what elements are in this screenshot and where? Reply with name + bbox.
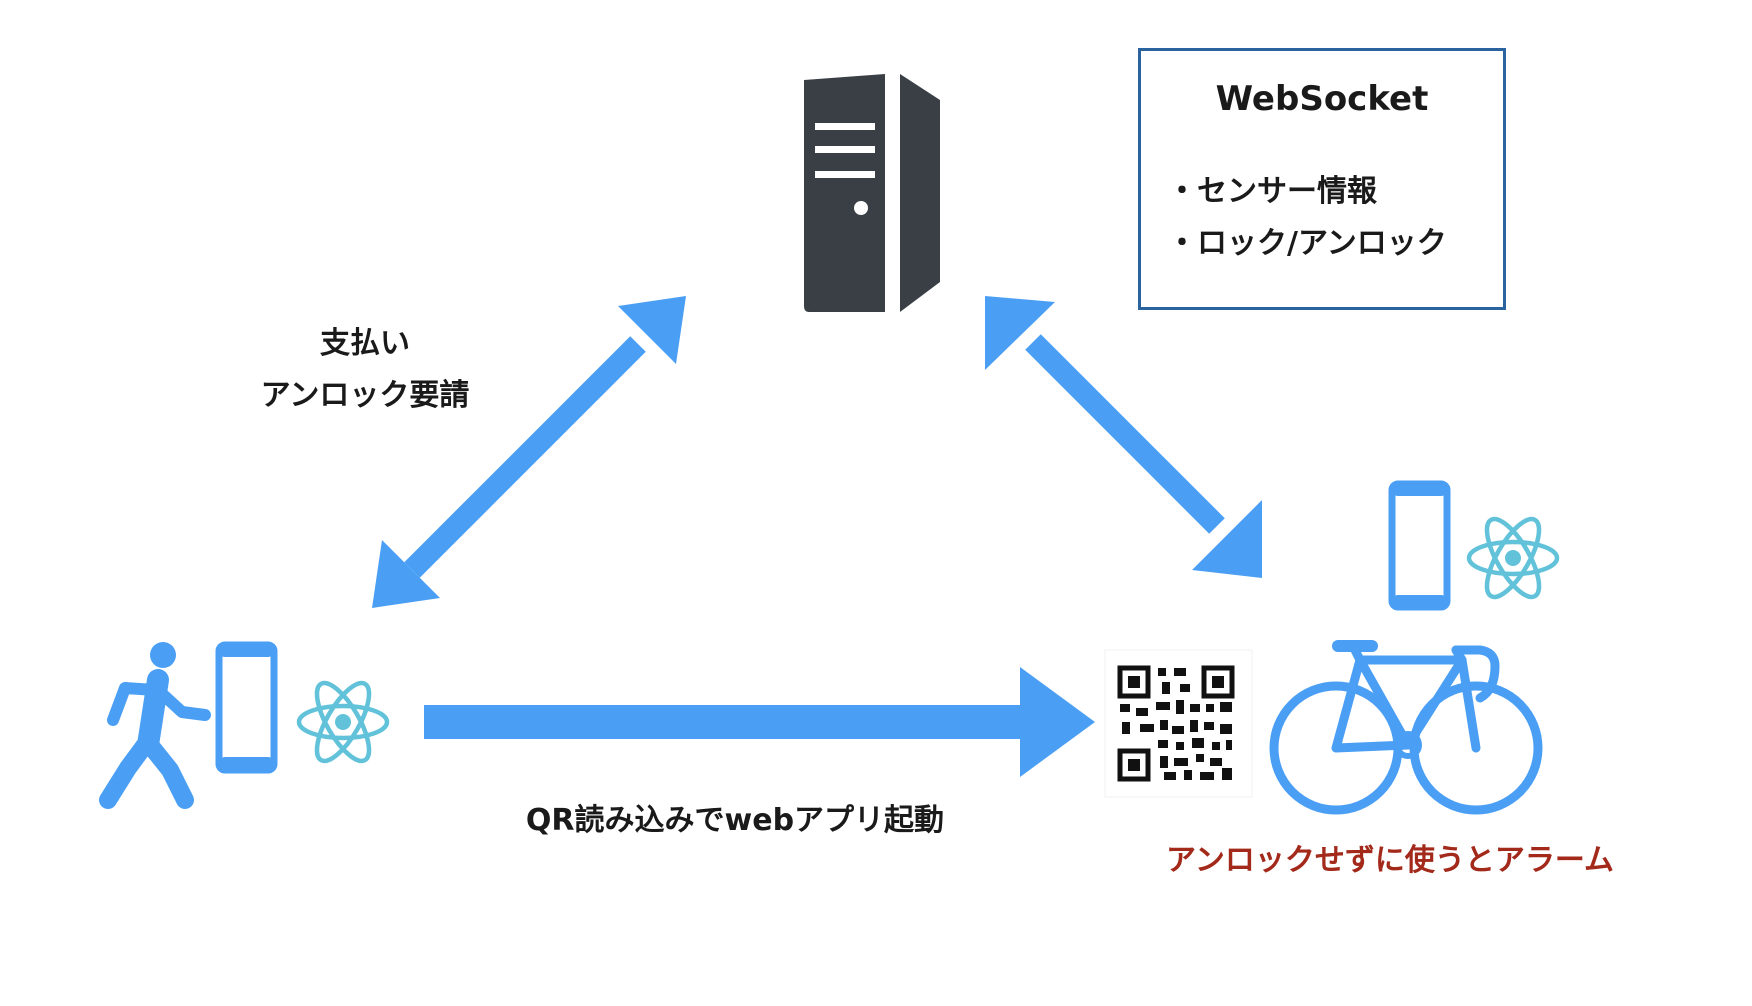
label-qr-launch: QR読み込みでwebアプリ起動 — [525, 803, 945, 838]
double-arrow-server-bike — [985, 296, 1262, 578]
walking-person-icon — [99, 642, 211, 809]
server-icon — [804, 74, 940, 312]
label-payment: 支払い — [320, 326, 410, 361]
label-alarm: アンロックせずに使うとアラーム — [1166, 843, 1614, 878]
arrow-user-to-qr — [424, 667, 1095, 777]
websocket-item-lock: ・ロック/アンロック — [1167, 226, 1447, 261]
label-payment-unlock-request: 支払い アンロック要請 — [150, 318, 580, 422]
websocket-item-sensor: ・センサー情報 — [1167, 174, 1377, 209]
websocket-box: WebSocket ・センサー情報 ・ロック/アンロック — [1138, 48, 1506, 310]
label-unlock-request: アンロック要請 — [260, 378, 470, 413]
websocket-title: WebSocket — [1215, 79, 1429, 119]
react-logo-icon-bike — [1469, 512, 1557, 604]
smartphone-icon-user — [215, 641, 278, 774]
bicycle-icon — [1269, 640, 1543, 815]
react-logo-icon-user — [299, 676, 387, 768]
smartphone-icon-bike — [1388, 480, 1451, 611]
qr-code-icon — [1104, 649, 1253, 798]
